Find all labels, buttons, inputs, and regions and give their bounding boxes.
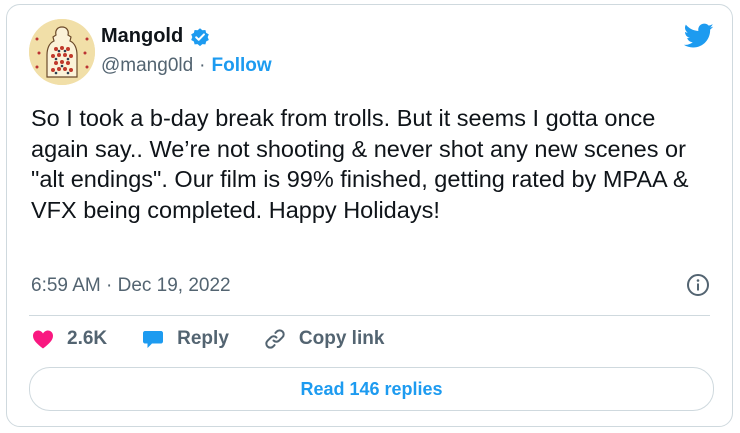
copy-link-label: Copy link [298, 328, 385, 349]
reply-button[interactable]: Reply [141, 327, 229, 351]
author-name-row: Mangold [101, 25, 211, 48]
verified-badge-icon [191, 27, 210, 46]
separator-dot: · [199, 55, 206, 76]
reply-bubble-icon [143, 331, 164, 348]
twitter-bird-icon[interactable] [684, 23, 714, 49]
like-button[interactable]: 2.6K [31, 327, 107, 351]
read-replies-label: Read 146 replies [300, 378, 443, 399]
heart-icon [33, 330, 53, 349]
reply-label: Reply [177, 328, 229, 349]
info-icon[interactable] [686, 273, 710, 297]
action-bar: 2.6K Reply Copy link [31, 327, 418, 351]
avatar[interactable] [29, 19, 95, 85]
author-handle-row: @mang0ld · Follow [101, 55, 272, 77]
author-handle[interactable]: @mang0ld [101, 55, 193, 77]
tweet-card: Mangold @mang0ld · Follow So I took a b-… [6, 4, 733, 427]
tweet-timestamp[interactable]: 6:59 AM · Dec 19, 2022 [31, 275, 231, 297]
author-name[interactable]: Mangold [101, 25, 183, 48]
link-icon [265, 329, 285, 349]
read-replies-button[interactable]: Read 146 replies [29, 367, 714, 411]
divider [29, 315, 710, 316]
tweet-text: So I took a b-day break from trolls. But… [31, 105, 689, 223]
follow-button[interactable]: Follow [212, 55, 272, 77]
copy-link-button[interactable]: Copy link [263, 327, 385, 351]
like-count: 2.6K [67, 328, 108, 349]
